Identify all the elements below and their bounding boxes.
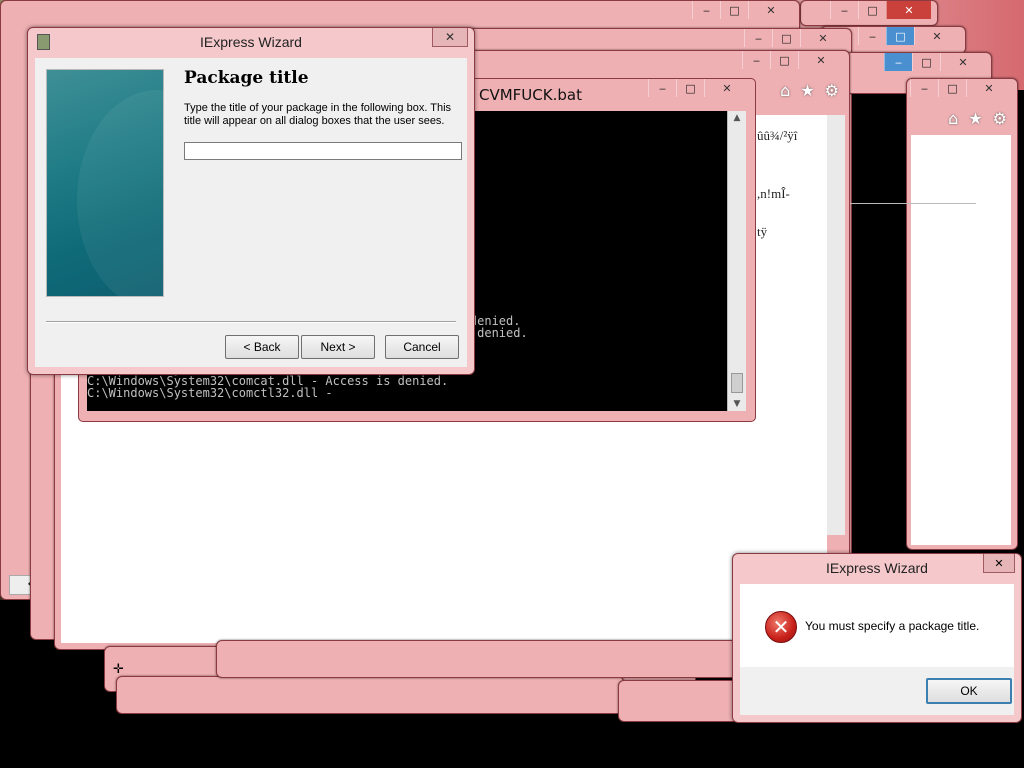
scroll-thumb[interactable] [731, 373, 743, 393]
close-icon[interactable]: ✕ [798, 51, 843, 69]
cancel-button[interactable]: Cancel [385, 335, 459, 359]
maximize-icon[interactable]: □ [938, 79, 966, 97]
window-controls: ‒ □ ✕ [742, 51, 843, 69]
window-controls: ‒ □ ✕ [692, 1, 793, 19]
background-window-edge[interactable] [116, 676, 624, 714]
home-icon[interactable]: ⌂ [948, 109, 958, 128]
minimize-icon[interactable]: ‒ [692, 1, 720, 19]
error-dialog[interactable]: IExpress Wizard ✕ ✕ You must specify a p… [732, 553, 1022, 723]
home-icon[interactable]: ⌂ [780, 81, 790, 100]
wizard-body: Package title Type the title of your pac… [35, 58, 467, 367]
gear-icon[interactable]: ⚙ [993, 109, 1007, 128]
close-icon[interactable]: ✕ [432, 28, 468, 47]
divider [46, 321, 456, 323]
ie-toolbar: ⌂ ★ ⚙ [948, 109, 1007, 128]
page-heading: Package title [184, 68, 309, 88]
close-icon[interactable]: ✕ [940, 53, 985, 71]
scroll-up-icon[interactable]: ▲ [728, 113, 746, 123]
move-icon[interactable]: ✛ [113, 662, 124, 677]
error-icon: ✕ [765, 611, 797, 643]
window-controls: ‒ □ ✕ [648, 79, 749, 97]
dialog-title: IExpress Wizard [200, 34, 302, 50]
window-controls: ‒ □ ✕ [858, 27, 959, 45]
close-icon[interactable]: ✕ [800, 29, 845, 47]
page-content [911, 135, 1011, 545]
minimize-icon[interactable]: ‒ [884, 53, 912, 71]
minimize-icon[interactable]: ‒ [742, 51, 770, 69]
close-icon[interactable]: ✕ [704, 79, 749, 97]
maximize-icon[interactable]: □ [676, 79, 704, 97]
window-controls: ‒ □ ✕ [830, 1, 931, 19]
maximize-icon[interactable]: □ [720, 1, 748, 19]
next-button[interactable]: Next > [301, 335, 375, 359]
ok-button[interactable]: OK [926, 678, 1012, 704]
close-icon[interactable]: ✕ [914, 27, 959, 45]
maximize-icon[interactable]: □ [886, 27, 914, 45]
dialog-footer: OK [740, 667, 1014, 715]
minimize-icon[interactable]: ‒ [648, 79, 676, 97]
scroll-down-icon[interactable]: ▼ [728, 399, 746, 409]
minimize-icon[interactable]: ‒ [858, 27, 886, 45]
maximize-icon[interactable]: □ [912, 53, 940, 71]
ie-toolbar: ⌂ ★ ⚙ [780, 81, 839, 100]
dialog-title: IExpress Wizard [826, 560, 928, 576]
window-controls: ‒ □ ✕ [884, 53, 985, 71]
divider [850, 203, 976, 204]
close-icon[interactable]: ✕ [886, 1, 931, 19]
garbled-text-2: ,n!mÎ- [757, 186, 790, 201]
vertical-scrollbar[interactable] [827, 115, 845, 535]
minimize-icon[interactable]: ‒ [910, 79, 938, 97]
maximize-icon[interactable]: □ [772, 29, 800, 47]
garbled-text-3: tÿ [757, 224, 768, 239]
error-body: ✕ You must specify a package title. OK [740, 584, 1014, 715]
favorites-star-icon[interactable]: ★ [968, 109, 982, 128]
gear-icon[interactable]: ⚙ [825, 81, 839, 100]
minimize-icon[interactable]: ‒ [744, 29, 772, 47]
favorites-star-icon[interactable]: ★ [800, 81, 814, 100]
instructions-text: Type the title of your package in the fo… [184, 102, 452, 127]
background-window-edge[interactable] [216, 640, 738, 678]
background-window-edge[interactable] [618, 680, 740, 722]
minimize-icon[interactable]: ‒ [830, 1, 858, 19]
ie-window-right[interactable]: ‒ □ ✕ ⌂ ★ ⚙ [906, 78, 1018, 550]
console-scrollbar[interactable]: ▲ ▼ [727, 111, 746, 411]
back-button[interactable]: < Back [225, 335, 299, 359]
window-controls: ‒ □ ✕ [910, 79, 1011, 97]
close-icon[interactable]: ✕ [983, 554, 1015, 573]
close-icon[interactable]: ✕ [966, 79, 1011, 97]
iexpress-wizard-dialog[interactable]: IExpress Wizard ✕ Package title Type the… [27, 27, 475, 375]
error-message: You must specify a package title. [805, 619, 980, 633]
close-icon[interactable]: ✕ [748, 1, 793, 19]
garbled-text-1: ûû¾/²ÿî [757, 128, 798, 143]
maximize-icon[interactable]: □ [770, 51, 798, 69]
console-title: CVMFUCK.bat [479, 86, 582, 104]
console-line: C:\Windows\System32\comctl32.dll - [87, 386, 333, 400]
window-controls: ‒ □ ✕ [744, 29, 845, 47]
package-title-input[interactable] [184, 142, 462, 160]
wizard-banner-image [46, 69, 237, 310]
background-window[interactable]: ‒ □ ✕ [800, 0, 938, 26]
maximize-icon[interactable]: □ [858, 1, 886, 19]
